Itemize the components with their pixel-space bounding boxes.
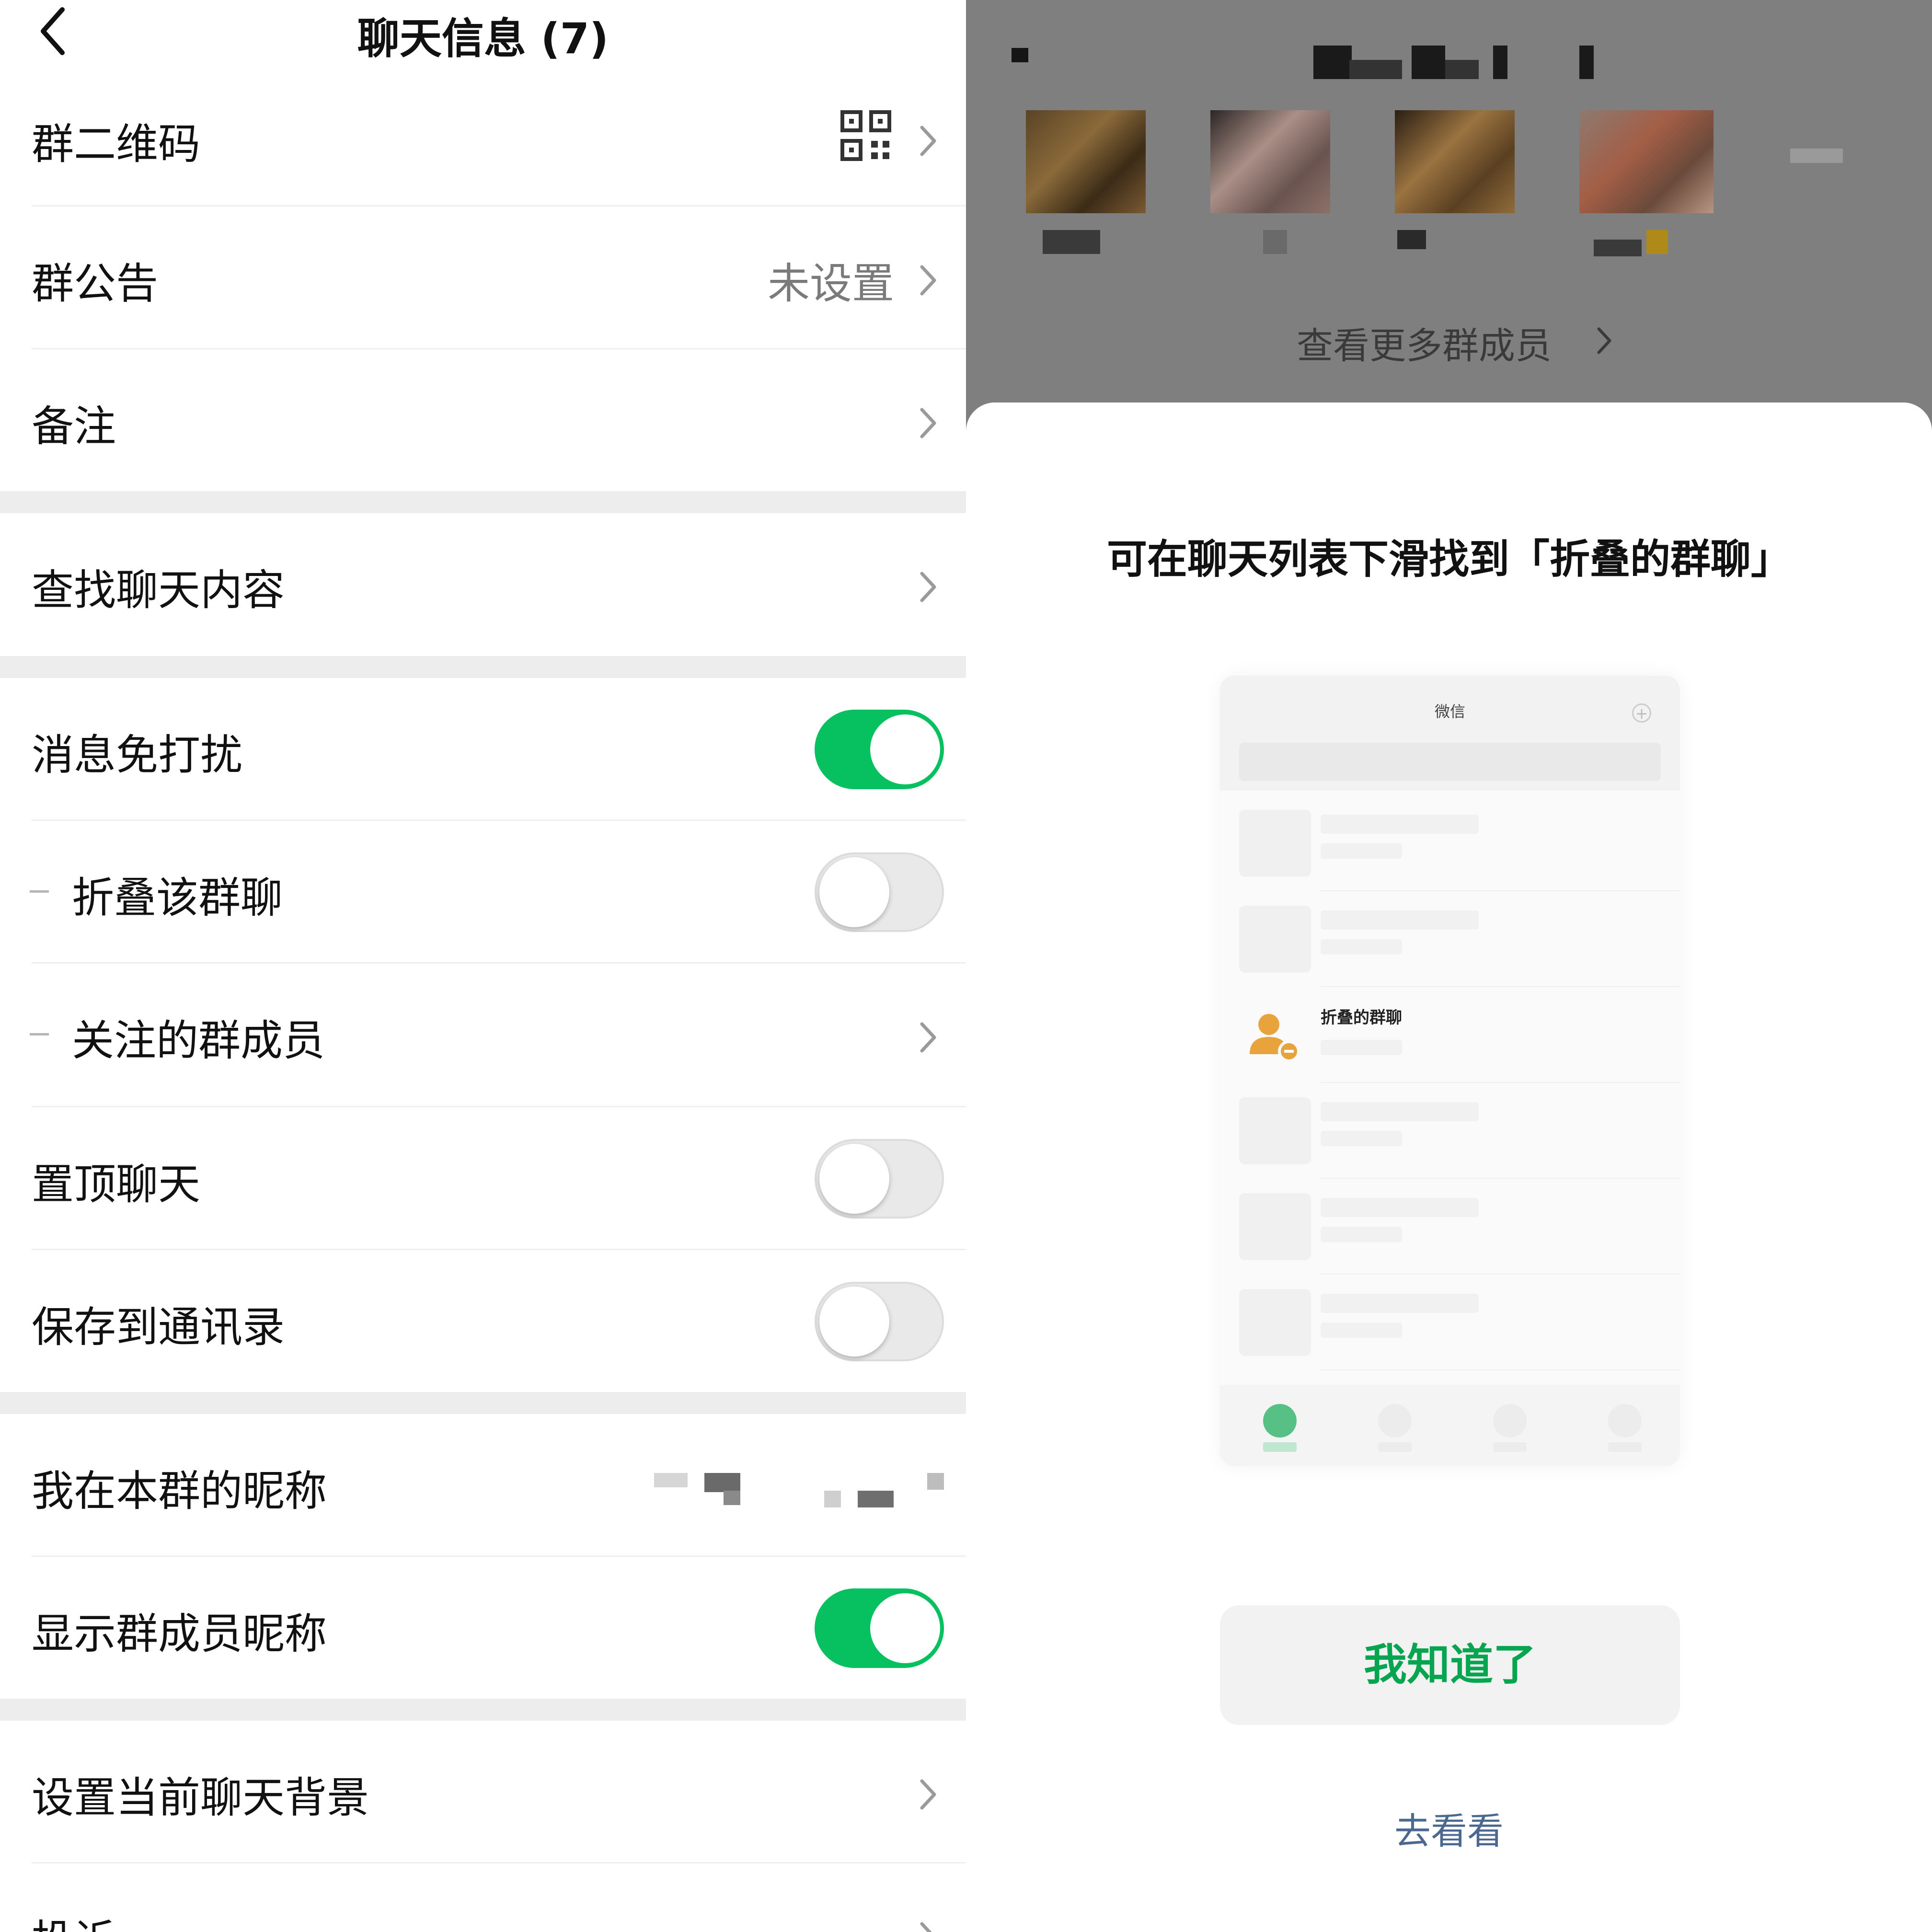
mock-tab-bar — [1220, 1385, 1680, 1466]
go-see-link[interactable]: 去看看 — [966, 1802, 1932, 1854]
row-label: 保存到通讯录 — [32, 1302, 285, 1352]
chat-list-illustration: 微信 + 折叠的群聊 — [1220, 676, 1680, 1466]
row-my-nickname[interactable]: 我在本群的昵称 — [0, 1414, 966, 1557]
folded-group-icon — [1250, 1014, 1300, 1062]
view-more-members[interactable]: 查看更多群成员 — [1297, 316, 1611, 369]
mock-search-bar — [1239, 743, 1661, 781]
save-contacts-toggle[interactable] — [815, 1282, 944, 1361]
row-pin-chat: 置顶聊天 — [0, 1107, 966, 1250]
row-chat-background[interactable]: 设置当前聊天背景 — [0, 1721, 966, 1863]
chevron-right-icon — [920, 1022, 936, 1053]
row-followed-members[interactable]: 关注的群成员 — [0, 964, 966, 1106]
row-label: 关注的群成员 — [72, 1016, 325, 1065]
indent-dash — [30, 1033, 49, 1035]
chevron-right-icon — [1597, 327, 1611, 354]
show-nicknames-toggle[interactable] — [815, 1588, 944, 1668]
toggle-knob — [870, 1593, 940, 1663]
mock-folded-label: 折叠的群聊 — [1321, 1008, 1402, 1027]
row-label: 群二维码 — [32, 119, 201, 169]
row-mute: 消息免打扰 — [0, 678, 966, 821]
row-remark[interactable]: 备注 — [0, 349, 966, 492]
toggle-knob — [870, 714, 940, 784]
row-label: 消息免打扰 — [32, 730, 243, 780]
chevron-right-icon — [920, 126, 936, 156]
member-avatar[interactable] — [1579, 110, 1714, 213]
view-more-label: 查看更多群成员 — [1297, 324, 1552, 367]
mock-tab-discover — [1493, 1404, 1527, 1438]
row-label: 折叠该群聊 — [72, 873, 283, 922]
qr-code-icon — [840, 110, 891, 161]
mock-header: 微信 + — [1220, 676, 1680, 791]
sheet-title: 可在聊天列表下滑找到「折叠的群聊」 — [1106, 536, 1791, 583]
mock-tab-chats — [1263, 1404, 1297, 1438]
mock-chat-row — [1220, 1179, 1680, 1275]
mock-folded-group-row: 折叠的群聊 — [1220, 987, 1680, 1083]
mock-chat-row — [1220, 1083, 1680, 1179]
mock-chat-row — [1220, 891, 1680, 987]
mock-app-title: 微信 — [1434, 702, 1465, 721]
row-label: 置顶聊天 — [32, 1160, 201, 1209]
chevron-right-icon — [920, 1922, 932, 1932]
mock-chat-row — [1220, 1275, 1680, 1370]
section-gap — [0, 1699, 966, 1721]
mock-tab-me — [1608, 1404, 1642, 1438]
row-search-chat[interactable]: 查找聊天内容 — [0, 513, 966, 656]
mock-tab-contacts — [1378, 1404, 1412, 1438]
fold-toggle[interactable] — [815, 852, 944, 932]
row-show-nicknames: 显示群成员昵称 — [0, 1557, 966, 1700]
row-announcement[interactable]: 群公告 未设置 — [0, 207, 966, 349]
member-avatar[interactable] — [1210, 110, 1330, 213]
row-label: 备注 — [32, 402, 116, 451]
chevron-right-icon — [920, 572, 936, 602]
row-label: 显示群成员昵称 — [32, 1609, 327, 1658]
pin-toggle[interactable] — [815, 1139, 944, 1219]
chat-info-panel: 聊天信息 (7) 群二维码 群公告 未设置 备注 查找聊天内容 消息免打扰 折叠… — [0, 0, 966, 1932]
indent-dash — [30, 890, 49, 893]
fold-tip-overlay: 查看更多群成员 可在聊天列表下滑找到「折叠的群聊」 微信 + 折叠的群聊 我知道… — [966, 0, 1932, 1932]
mock-chat-row — [1220, 795, 1680, 891]
section-gap — [0, 656, 966, 678]
chevron-right-icon — [920, 265, 936, 296]
plus-icon: + — [1632, 703, 1651, 723]
toggle-knob — [819, 857, 889, 927]
page-title: 聊天信息 (7) — [357, 14, 609, 63]
row-label: 设置当前聊天背景 — [32, 1773, 369, 1822]
row-group-qr[interactable]: 群二维码 — [0, 67, 966, 210]
mute-toggle[interactable] — [815, 710, 944, 789]
row-label: 投诉 — [32, 1907, 116, 1932]
section-gap — [0, 491, 966, 513]
row-label: 我在本群的昵称 — [32, 1466, 327, 1516]
member-avatar[interactable] — [1026, 110, 1146, 213]
toggle-knob — [819, 1144, 889, 1214]
chevron-right-icon — [920, 408, 936, 438]
row-complain[interactable]: 投诉 — [0, 1863, 966, 1932]
fold-tip-sheet: 可在聊天列表下滑找到「折叠的群聊」 微信 + 折叠的群聊 我知道了 去看看 — [966, 402, 1932, 1932]
row-fold-group: 折叠该群聊 — [0, 821, 966, 964]
toggle-knob — [819, 1287, 889, 1357]
got-it-button[interactable]: 我知道了 — [1220, 1605, 1680, 1725]
announcement-value: 未设置 — [767, 259, 894, 308]
row-label: 群公告 — [32, 259, 159, 308]
section-gap — [0, 1392, 966, 1414]
chevron-right-icon — [920, 1779, 936, 1810]
row-save-contacts: 保存到通讯录 — [0, 1250, 966, 1393]
row-label: 查找聊天内容 — [32, 565, 285, 615]
member-avatar[interactable] — [1395, 110, 1515, 213]
